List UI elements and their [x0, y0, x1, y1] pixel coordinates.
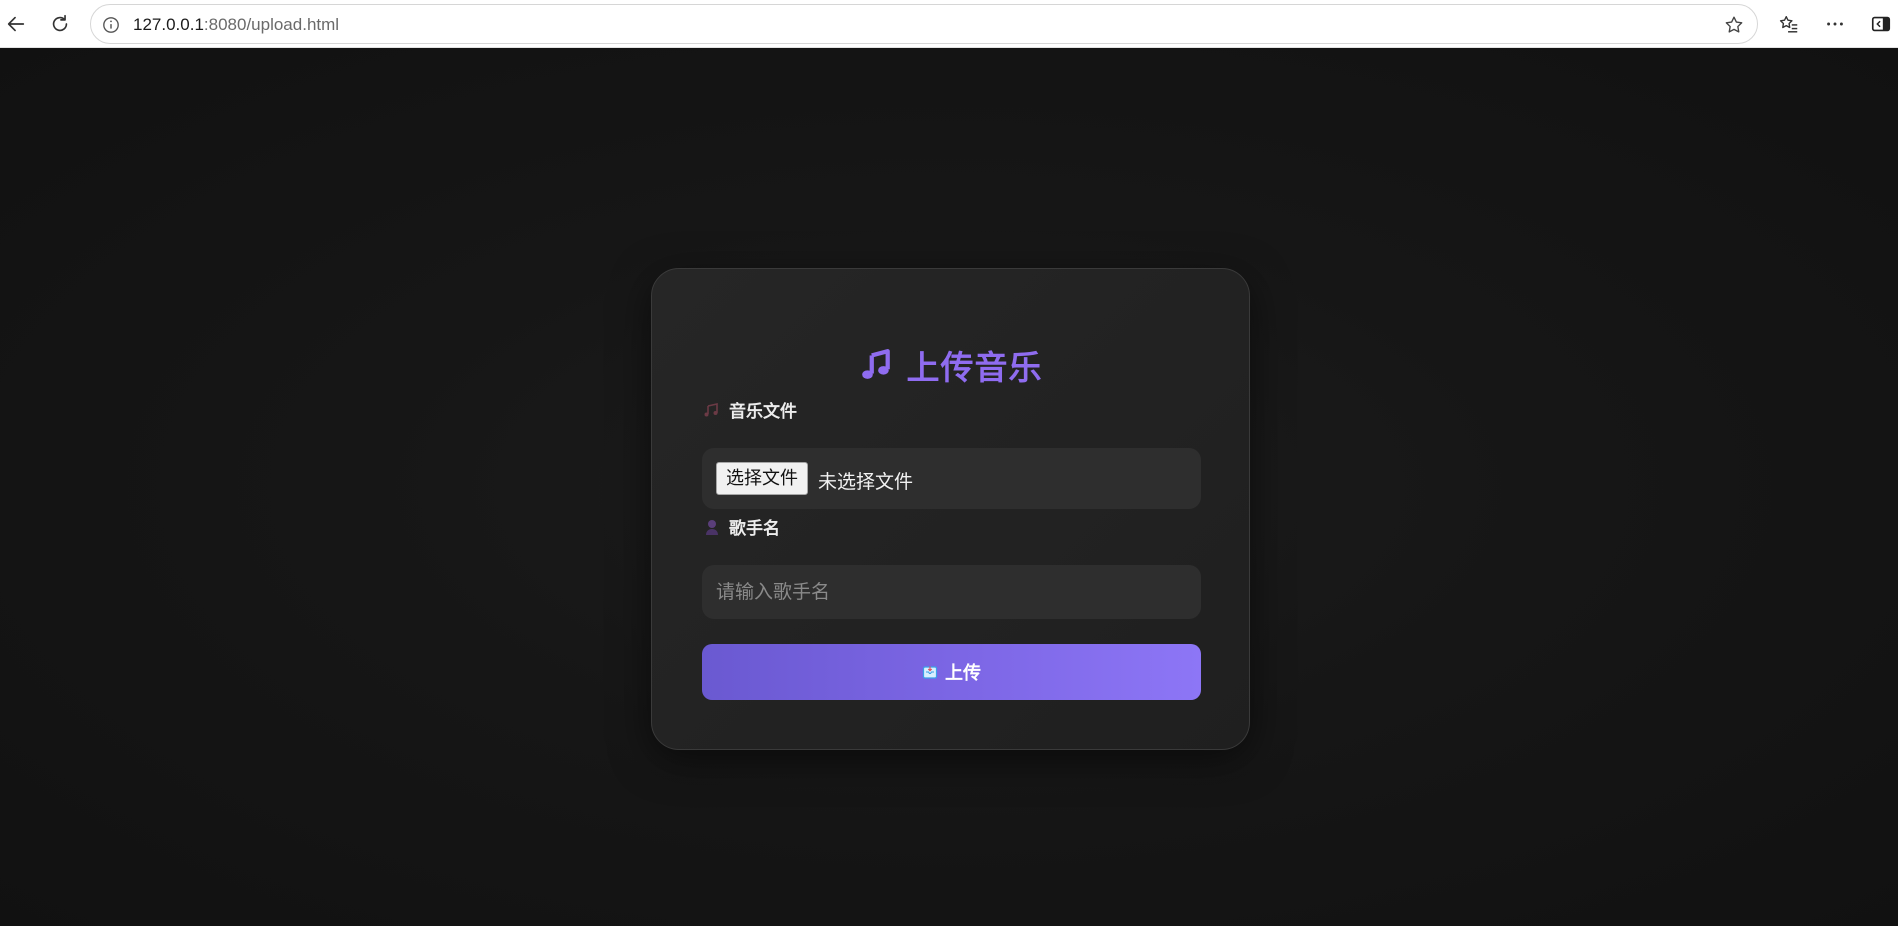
music-notes-icon — [703, 401, 721, 419]
back-button[interactable] — [0, 8, 32, 40]
favorites-button[interactable] — [1773, 8, 1805, 40]
upload-card: 上传音乐 音乐文件 选择文件 未选择文件 歌手名 请输入歌手名 上传 — [651, 268, 1250, 750]
file-status-text: 未选择文件 — [818, 471, 914, 493]
singer-label: 歌手名 — [703, 514, 780, 539]
page-title: 上传音乐 — [652, 341, 1249, 389]
arrow-left-icon — [7, 16, 25, 32]
browser-toolbar: 127.0.0.1:8080/upload.html — [0, 0, 1898, 48]
music-file-label: 音乐文件 — [703, 397, 797, 422]
favorite-star-button[interactable] — [1721, 12, 1747, 38]
inbox-tray-icon — [922, 664, 938, 680]
singer-label-text: 歌手名 — [729, 519, 780, 539]
music-note-icon — [859, 348, 893, 382]
music-file-label-text: 音乐文件 — [729, 402, 797, 422]
refresh-button[interactable] — [44, 8, 76, 40]
refresh-icon — [52, 14, 68, 32]
upload-button-label: 上传 — [945, 663, 981, 684]
title-text: 上传音乐 — [906, 348, 1043, 387]
singer-name-input[interactable] — [702, 565, 1201, 619]
music-file-input[interactable]: 选择文件 未选择文件 — [702, 448, 1201, 509]
site-info-icon[interactable] — [101, 15, 121, 35]
page-background: 上传音乐 音乐文件 选择文件 未选择文件 歌手名 请输入歌手名 上传 — [0, 49, 1898, 926]
address-bar[interactable]: 127.0.0.1:8080/upload.html — [90, 4, 1758, 44]
star-icon — [1725, 16, 1743, 33]
choose-file-button[interactable]: 选择文件 — [716, 462, 808, 495]
more-menu-button[interactable] — [1819, 8, 1851, 40]
sidebar-toggle-button[interactable] — [1865, 8, 1897, 40]
url-text[interactable]: 127.0.0.1:8080/upload.html — [133, 15, 339, 35]
favorites-list-icon — [1779, 15, 1798, 33]
url-host: 127.0.0.1 — [133, 15, 204, 34]
singer-microphone-icon — [703, 518, 721, 536]
url-path: :8080/upload.html — [203, 15, 340, 34]
more-dots-icon — [1827, 22, 1843, 26]
sidebar-icon — [1871, 16, 1891, 32]
upload-button[interactable]: 上传 — [702, 644, 1201, 700]
